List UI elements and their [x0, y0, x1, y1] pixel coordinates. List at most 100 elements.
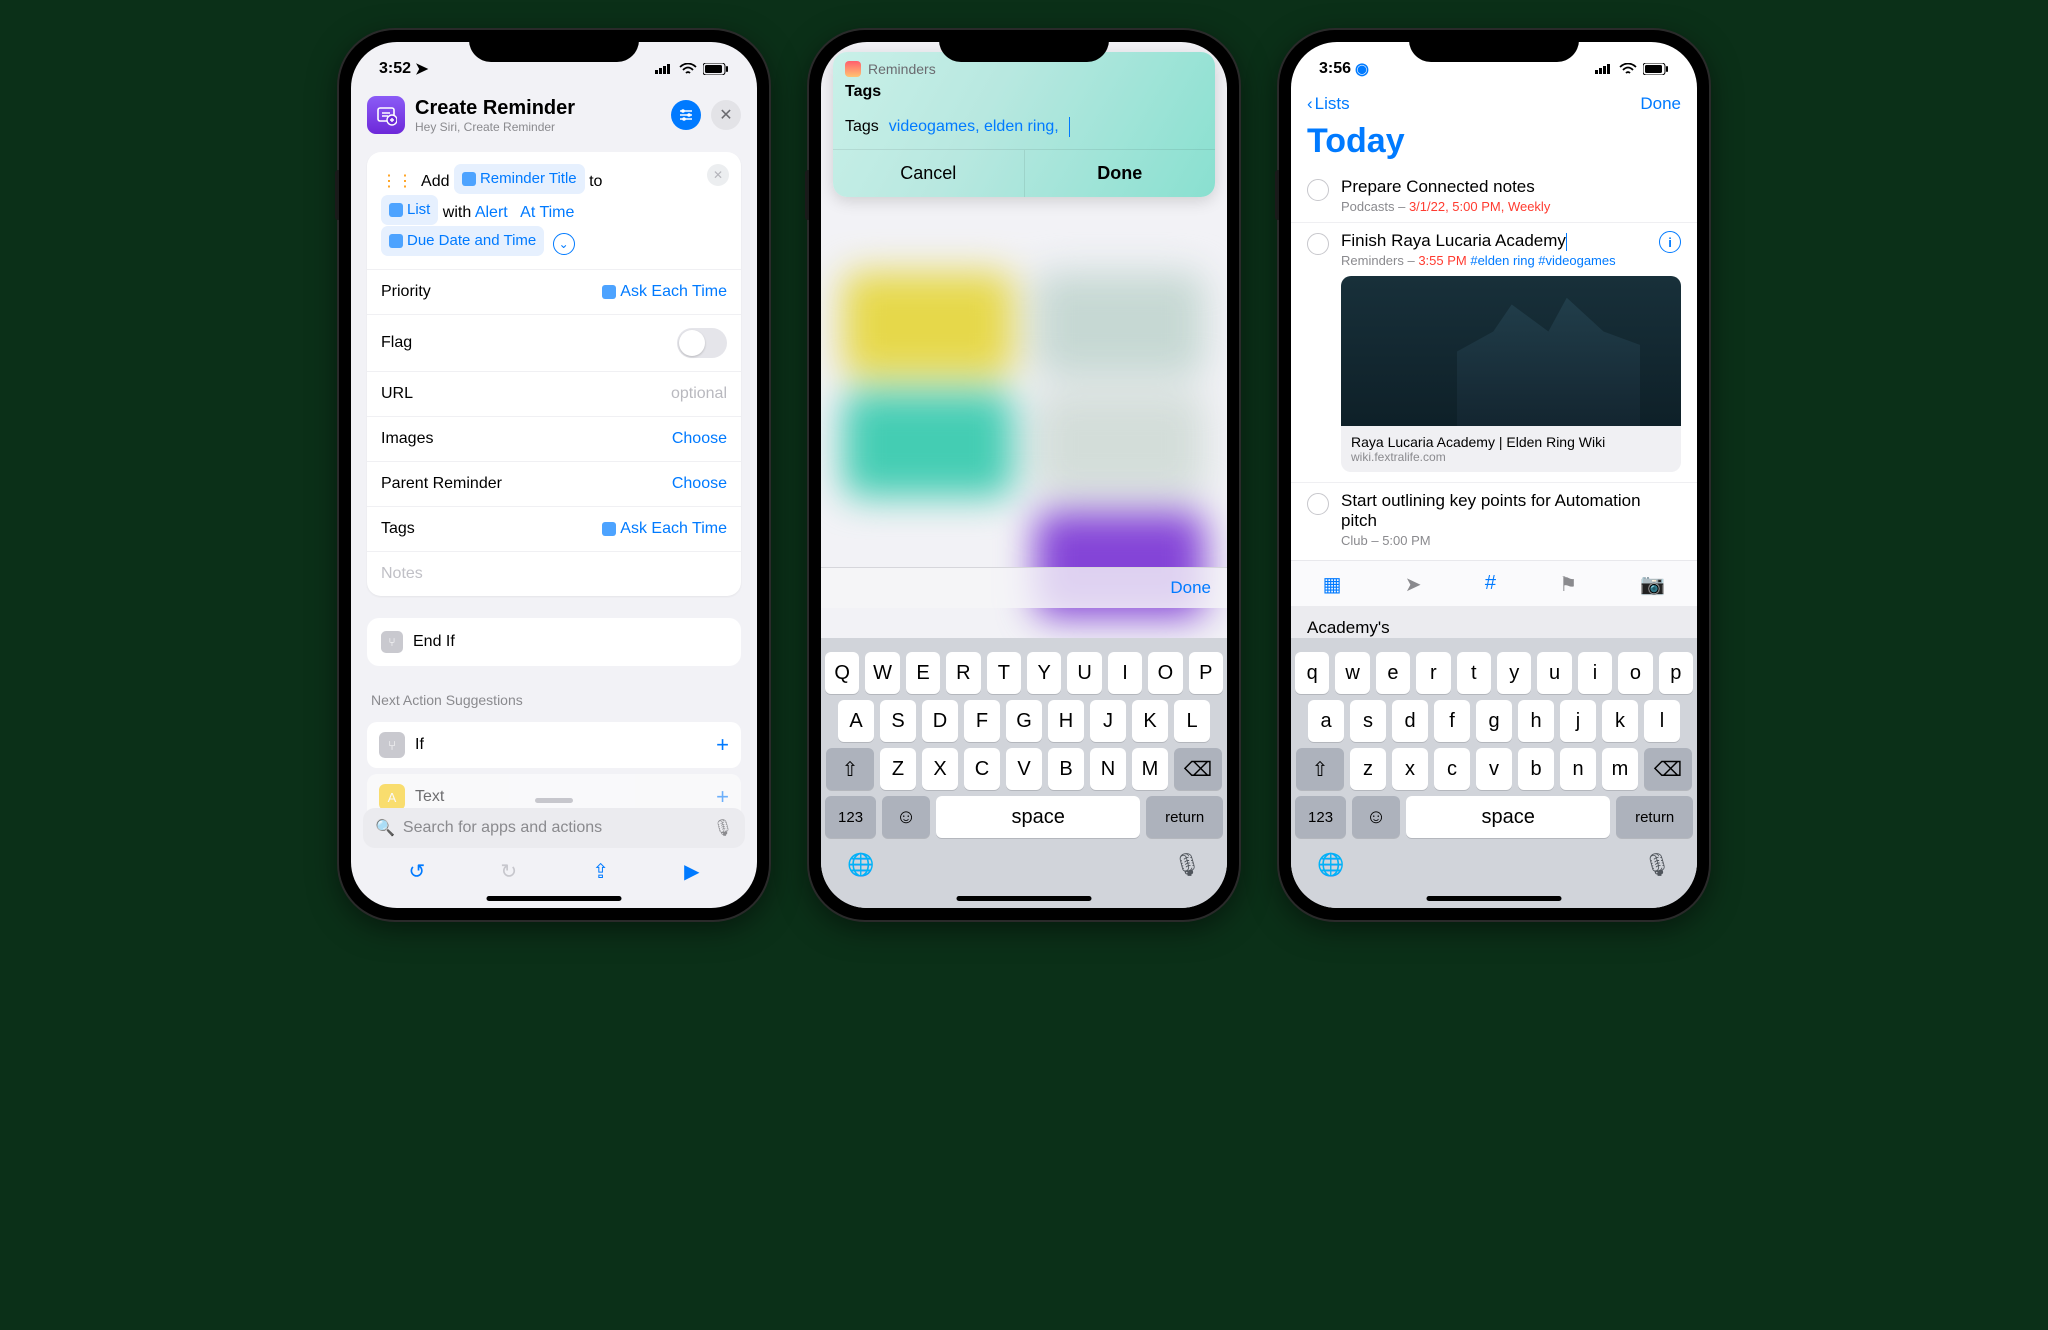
key-z[interactable]: Z: [880, 748, 916, 790]
tags-row[interactable]: Tags Ask Each Time: [367, 506, 741, 551]
keyboard-done-bar[interactable]: Done: [821, 567, 1227, 608]
at-time-token[interactable]: At Time: [520, 204, 574, 221]
key-x[interactable]: x: [1392, 748, 1428, 790]
done-button[interactable]: Done: [1640, 94, 1681, 114]
flag-icon[interactable]: ⚑: [1559, 572, 1577, 597]
key-u[interactable]: U: [1067, 652, 1101, 694]
key-b[interactable]: B: [1048, 748, 1084, 790]
key-e[interactable]: e: [1376, 652, 1410, 694]
emoji-key[interactable]: ☺: [1352, 796, 1400, 838]
key-n[interactable]: N: [1090, 748, 1126, 790]
key-v[interactable]: v: [1476, 748, 1512, 790]
location-icon[interactable]: ➤: [1405, 572, 1422, 597]
space-key[interactable]: space: [1406, 796, 1610, 838]
notes-field[interactable]: Notes: [367, 551, 741, 596]
key-w[interactable]: w: [1335, 652, 1369, 694]
search-field[interactable]: 🔍 Search for apps and actions 🎙: [363, 808, 745, 848]
key-i[interactable]: I: [1108, 652, 1142, 694]
shift-key[interactable]: ⇧: [1296, 748, 1344, 790]
undo-button[interactable]: ↺: [409, 859, 426, 884]
url-row[interactable]: URL optional: [367, 371, 741, 416]
key-y[interactable]: Y: [1027, 652, 1061, 694]
key-l[interactable]: l: [1644, 700, 1680, 742]
key-m[interactable]: m: [1602, 748, 1638, 790]
key-c[interactable]: c: [1434, 748, 1470, 790]
reminder-title-token[interactable]: Reminder Title: [454, 164, 585, 194]
key-i[interactable]: i: [1578, 652, 1612, 694]
reminder-item-editing[interactable]: Finish Raya Lucaria Academy Reminders – …: [1291, 223, 1697, 483]
key-o[interactable]: O: [1148, 652, 1182, 694]
space-key[interactable]: space: [936, 796, 1140, 838]
action-summary[interactable]: ⋮⋮ Add Reminder Title to List with Alert…: [367, 152, 741, 269]
share-button[interactable]: ⇪: [592, 859, 609, 884]
key-p[interactable]: P: [1189, 652, 1223, 694]
key-g[interactable]: g: [1476, 700, 1512, 742]
run-button[interactable]: ▶: [684, 859, 699, 884]
key-j[interactable]: j: [1560, 700, 1596, 742]
home-indicator[interactable]: [1427, 896, 1562, 901]
info-button[interactable]: i: [1659, 231, 1681, 253]
key-s[interactable]: S: [880, 700, 916, 742]
key-k[interactable]: k: [1602, 700, 1638, 742]
key-h[interactable]: H: [1048, 700, 1084, 742]
images-row[interactable]: Images Choose: [367, 416, 741, 461]
backspace-key[interactable]: ⌫: [1644, 748, 1692, 790]
key-m[interactable]: M: [1132, 748, 1168, 790]
key-q[interactable]: Q: [825, 652, 859, 694]
key-f[interactable]: f: [1434, 700, 1470, 742]
clear-icon[interactable]: ✕: [707, 164, 729, 186]
globe-icon[interactable]: 🌐: [847, 852, 874, 878]
key-v[interactable]: V: [1006, 748, 1042, 790]
key-y[interactable]: y: [1497, 652, 1531, 694]
shift-key[interactable]: ⇧: [826, 748, 874, 790]
mic-icon[interactable]: 🎙: [713, 818, 733, 838]
complete-toggle[interactable]: [1307, 179, 1329, 201]
home-indicator[interactable]: [957, 896, 1092, 901]
key-n[interactable]: n: [1560, 748, 1596, 790]
reminder-item[interactable]: Prepare Connected notes Podcasts – 3/1/2…: [1291, 169, 1697, 223]
key-r[interactable]: r: [1416, 652, 1450, 694]
cancel-button[interactable]: Cancel: [833, 150, 1024, 197]
link-preview[interactable]: Raya Lucaria Academy | Elden Ring Wiki w…: [1341, 276, 1681, 472]
complete-toggle[interactable]: [1307, 233, 1329, 255]
complete-toggle[interactable]: [1307, 493, 1329, 515]
key-q[interactable]: q: [1295, 652, 1329, 694]
key-r[interactable]: R: [946, 652, 980, 694]
flag-row[interactable]: Flag: [367, 314, 741, 371]
key-e[interactable]: E: [906, 652, 940, 694]
done-button[interactable]: Done: [1024, 150, 1216, 197]
key-c[interactable]: C: [964, 748, 1000, 790]
priority-row[interactable]: Priority Ask Each Time: [367, 269, 741, 314]
key-u[interactable]: u: [1537, 652, 1571, 694]
return-key[interactable]: return: [1616, 796, 1693, 838]
reminder-item[interactable]: Start outlining key points for Automatio…: [1291, 483, 1697, 556]
key-z[interactable]: z: [1350, 748, 1386, 790]
key-o[interactable]: o: [1618, 652, 1652, 694]
key-a[interactable]: a: [1308, 700, 1344, 742]
tag-icon[interactable]: #: [1485, 572, 1496, 597]
keyboard[interactable]: qwertyuiop asdfghjkl ⇧zxcvbnm⌫ 123 ☺ spa…: [1291, 638, 1697, 908]
key-a[interactable]: A: [838, 700, 874, 742]
key-t[interactable]: T: [987, 652, 1021, 694]
add-icon[interactable]: +: [716, 784, 729, 810]
dictation-icon[interactable]: 🎙: [1643, 852, 1671, 878]
suggestion-if[interactable]: ⑂ If +: [367, 722, 741, 768]
key-j[interactable]: J: [1090, 700, 1126, 742]
key-h[interactable]: h: [1518, 700, 1554, 742]
close-button[interactable]: ✕: [711, 100, 741, 130]
parent-reminder-row[interactable]: Parent Reminder Choose: [367, 461, 741, 506]
dictation-icon[interactable]: 🎙: [1173, 852, 1201, 878]
key-s[interactable]: s: [1350, 700, 1386, 742]
numbers-key[interactable]: 123: [1295, 796, 1346, 838]
numbers-key[interactable]: 123: [825, 796, 876, 838]
key-f[interactable]: F: [964, 700, 1000, 742]
drag-handle[interactable]: [535, 798, 573, 803]
settings-button[interactable]: [671, 100, 701, 130]
emoji-key[interactable]: ☺: [882, 796, 930, 838]
key-b[interactable]: b: [1518, 748, 1554, 790]
key-k[interactable]: K: [1132, 700, 1168, 742]
key-d[interactable]: D: [922, 700, 958, 742]
keyboard[interactable]: QWERTYUIOP ASDFGHJKL ⇧ZXCVBNM⌫ 123 ☺ spa…: [821, 638, 1227, 908]
end-if-block[interactable]: ⑂ End If: [367, 618, 741, 666]
key-d[interactable]: d: [1392, 700, 1428, 742]
